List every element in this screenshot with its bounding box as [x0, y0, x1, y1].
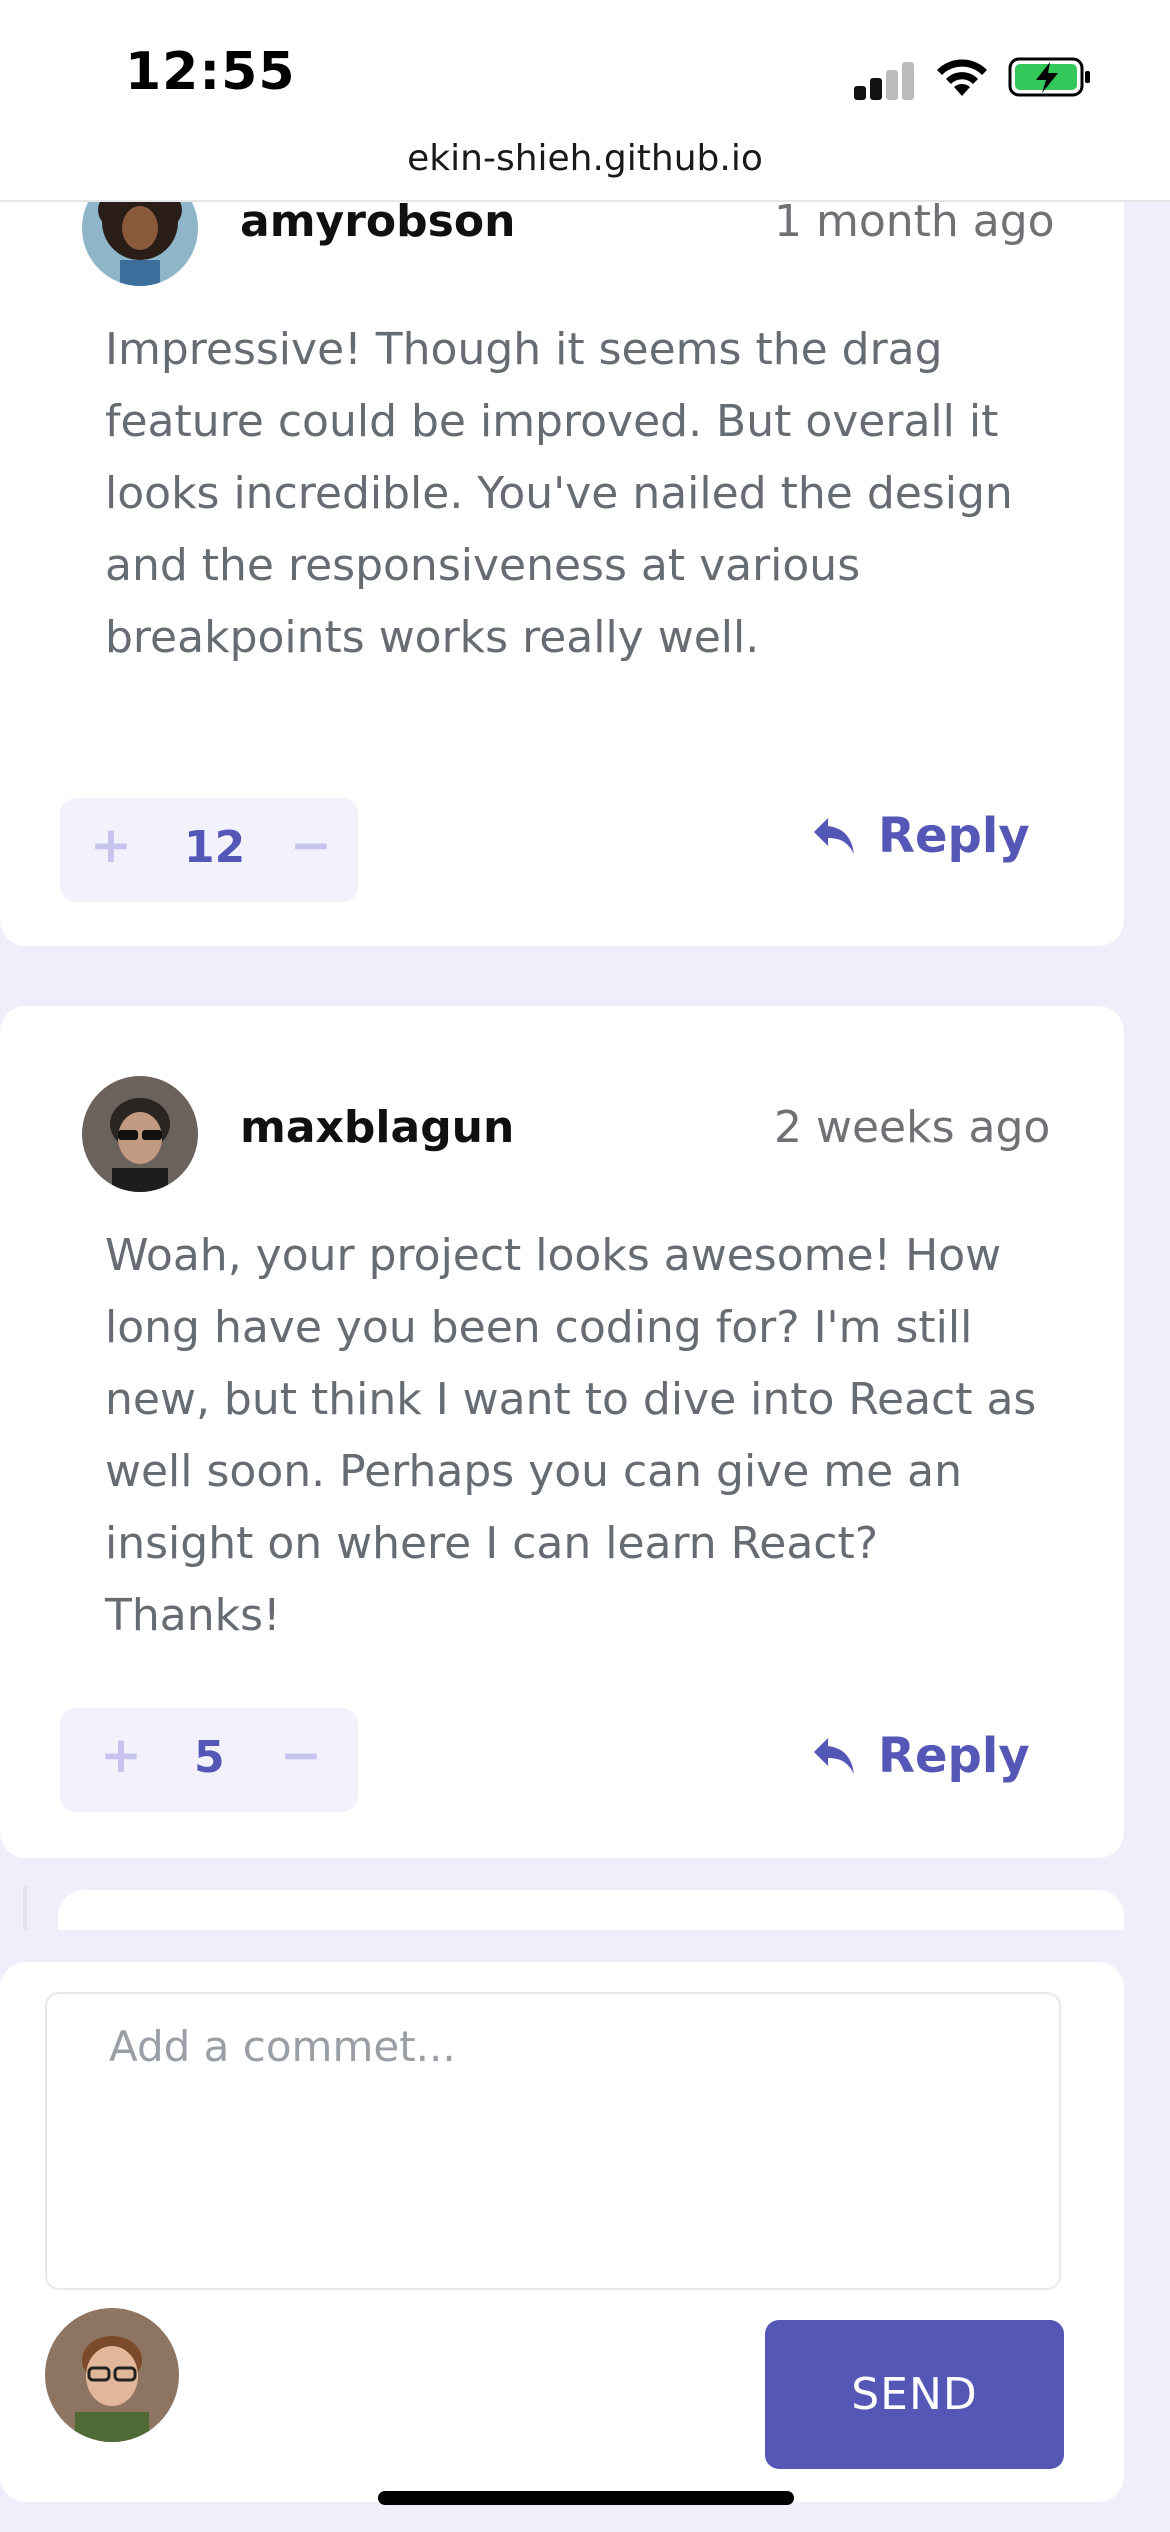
reply-button[interactable]: Reply	[812, 808, 1030, 864]
clock-time: 12:55	[125, 42, 296, 102]
send-button[interactable]: SEND	[765, 2320, 1064, 2469]
vote-control: + 5 −	[60, 1708, 358, 1812]
reply-thread-line	[23, 1886, 27, 1930]
cellular-signal-icon	[854, 60, 916, 100]
upvote-button[interactable]: +	[100, 1726, 142, 1784]
avatar-maxblagun[interactable]	[82, 1076, 198, 1192]
reply-icon	[814, 818, 854, 854]
vote-control: + 12 −	[60, 798, 358, 902]
comment-input[interactable]: Add a commet...	[45, 1992, 1061, 2290]
address-bar-url[interactable]: ekin-shieh.github.io	[0, 138, 1170, 179]
battery-charging-icon	[1008, 57, 1090, 97]
vote-score: 5	[194, 1732, 225, 1783]
downvote-button[interactable]: −	[290, 816, 332, 874]
comment-time-ago: 1 month ago	[774, 196, 1055, 247]
vote-score: 12	[184, 822, 246, 873]
reply-label: Reply	[878, 808, 1030, 864]
current-user-avatar	[45, 2308, 179, 2442]
comment-input-placeholder: Add a commet...	[109, 2022, 456, 2071]
reply-icon	[814, 1738, 854, 1774]
comment-card: amyrobson 1 month ago Impressive! Though…	[0, 120, 1124, 946]
add-comment-form: Add a commet... SEND	[0, 1962, 1124, 2502]
comment-text: Impressive! Though it seems the drag fea…	[105, 324, 1013, 663]
reply-button[interactable]: Reply	[812, 1728, 1030, 1784]
comment-card: maxblagun 2 weeks ago Woah, your project…	[0, 1006, 1124, 1858]
comment-card-partial	[58, 1890, 1124, 1930]
comment-username[interactable]: amyrobson	[240, 196, 515, 247]
comment-time-ago: 2 weeks ago	[774, 1102, 1051, 1153]
wifi-icon	[937, 59, 987, 96]
comment-text: Woah, your project looks awesome! How lo…	[105, 1230, 1037, 1641]
comment-username[interactable]: maxblagun	[240, 1102, 514, 1153]
reply-label: Reply	[878, 1728, 1030, 1784]
downvote-button[interactable]: −	[280, 1726, 322, 1784]
upvote-button[interactable]: +	[90, 816, 132, 874]
status-bar: 12:55 ekin-shieh.github.io	[0, 0, 1170, 202]
home-indicator	[378, 2491, 794, 2505]
